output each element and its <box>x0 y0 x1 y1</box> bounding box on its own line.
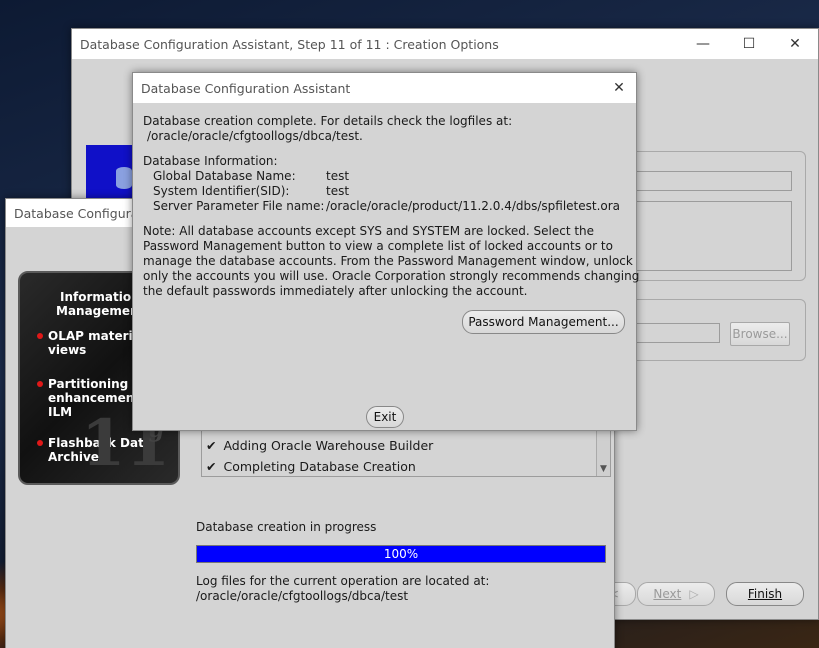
progress-percent: 100% <box>383 547 419 561</box>
note-line: manage the database accounts. From the P… <box>143 254 633 268</box>
banner-item-2-line1: Partitioning <box>48 377 129 391</box>
info-key: System Identifier(SID): <box>153 184 290 198</box>
log-path: /oracle/oracle/cfgtoollogs/dbca/test <box>196 589 409 603</box>
info-value: test <box>326 184 350 198</box>
banner-item-1-line2: views <box>48 343 87 357</box>
banner-item-2-line3: ILM <box>48 405 73 419</box>
step-label: Completing Database Creation <box>223 459 416 474</box>
list-item: ✔ Completing Database Creation <box>206 459 416 474</box>
banner-item-1-line1: OLAP material <box>48 329 145 343</box>
step-label: Adding Oracle Warehouse Builder <box>223 438 434 453</box>
log-label: Log files for the current operation are … <box>196 574 490 588</box>
text-field-top[interactable] <box>632 171 792 191</box>
check-icon: ✔ <box>206 438 217 453</box>
info-heading: Database Information: <box>143 154 278 168</box>
minimize-icon[interactable]: — <box>680 29 726 59</box>
status-label: Database creation in progress <box>196 520 377 534</box>
check-icon: ✔ <box>206 459 217 474</box>
finish-button[interactable]: Finish <box>726 582 804 606</box>
info-key: Server Parameter File name: <box>153 199 325 213</box>
bullet-icon <box>37 381 43 387</box>
dialog-title: Database Configuration Assistant <box>141 80 351 96</box>
note-line: only the accounts you will use. Oracle C… <box>143 269 640 283</box>
chevron-right-icon: ▷ <box>689 587 699 601</box>
bullet-icon <box>37 333 43 339</box>
dialog-titlebar: Database Configuration Assistant <box>133 73 636 103</box>
list-item: ✔ Adding Oracle Warehouse Builder <box>206 438 433 453</box>
close-icon[interactable]: ✕ <box>772 29 818 59</box>
banner-heading-line1: Information <box>60 290 140 304</box>
text-area[interactable] <box>632 201 792 271</box>
finish-button-label: Finish <box>747 587 783 601</box>
next-button-label: Next <box>653 587 682 601</box>
info-value: test <box>326 169 350 183</box>
progress-window-title: Database Configurat <box>14 205 144 221</box>
note-line: the default passwords immediately after … <box>143 284 528 298</box>
note-line: Password Management button to view a com… <box>143 239 613 253</box>
password-management-button[interactable]: Password Management... <box>462 310 625 334</box>
complete-log-path: /oracle/oracle/cfgtoollogs/dbca/test. <box>147 129 363 143</box>
bullet-icon <box>37 440 43 446</box>
note-line: Note: All database accounts except SYS a… <box>143 224 595 238</box>
close-icon[interactable]: ✕ <box>602 73 636 103</box>
browse-button[interactable]: Browse... <box>730 322 790 346</box>
main-window-title: Database Configuration Assistant, Step 1… <box>80 36 499 52</box>
complete-message: Database creation complete. For details … <box>143 114 513 128</box>
next-button[interactable]: Next ▷ <box>637 582 715 606</box>
completion-dialog: Database Configuration Assistant ✕ Datab… <box>132 72 640 431</box>
info-key: Global Database Name: <box>153 169 296 183</box>
maximize-icon[interactable]: ☐ <box>726 29 772 59</box>
progress-bar: 100% <box>196 545 606 563</box>
db-logo-icon <box>86 145 138 205</box>
exit-button[interactable]: Exit <box>366 406 404 428</box>
info-value: /oracle/oracle/product/11.2.0.4/dbs/spfi… <box>326 199 621 213</box>
scroll-down-icon[interactable]: ▼ <box>597 462 610 476</box>
